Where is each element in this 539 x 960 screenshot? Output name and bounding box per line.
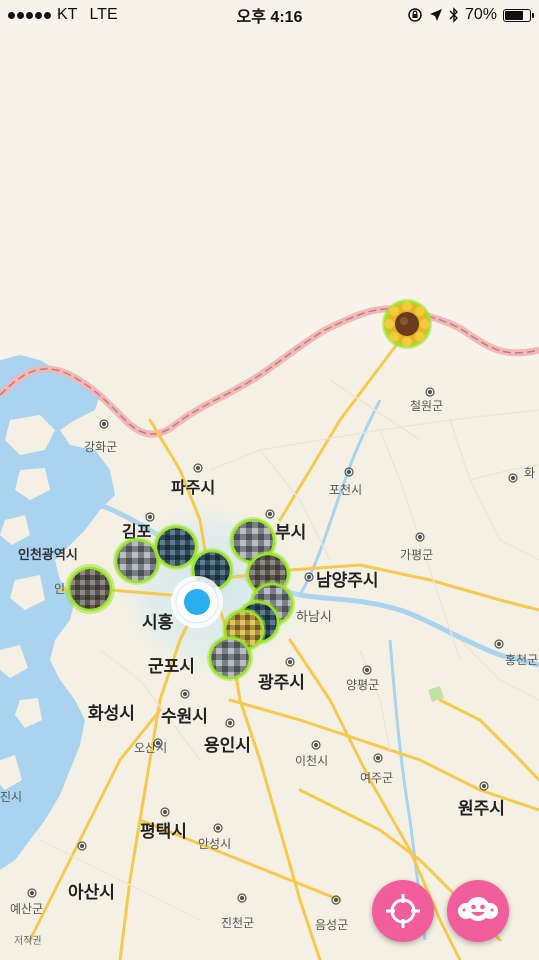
crosshair-icon — [386, 894, 420, 928]
friends-face-icon — [458, 897, 498, 921]
status-bar: KT LTE 오후 4:16 70% — [0, 0, 539, 30]
battery-icon — [503, 8, 534, 22]
friend-marker-sunflower[interactable] — [382, 299, 432, 349]
locate-me-button[interactable] — [372, 880, 434, 942]
signal-strength-icon — [8, 11, 51, 19]
battery-percent: 70% — [464, 6, 497, 23]
status-right: 70% — [407, 6, 534, 24]
carrier-name: KT — [57, 6, 78, 23]
user-location-marker[interactable] — [171, 576, 223, 628]
friend-marker-seongnam[interactable] — [207, 635, 253, 681]
friend-marker-incheon[interactable] — [65, 564, 115, 614]
friend-markers-layer — [65, 299, 432, 681]
rotation-lock-icon — [408, 8, 422, 22]
location-arrow-icon — [429, 9, 442, 21]
friends-button[interactable] — [447, 880, 509, 942]
status-left: KT LTE — [8, 6, 118, 24]
bluetooth-icon — [449, 7, 458, 23]
network-type: LTE — [89, 6, 118, 23]
